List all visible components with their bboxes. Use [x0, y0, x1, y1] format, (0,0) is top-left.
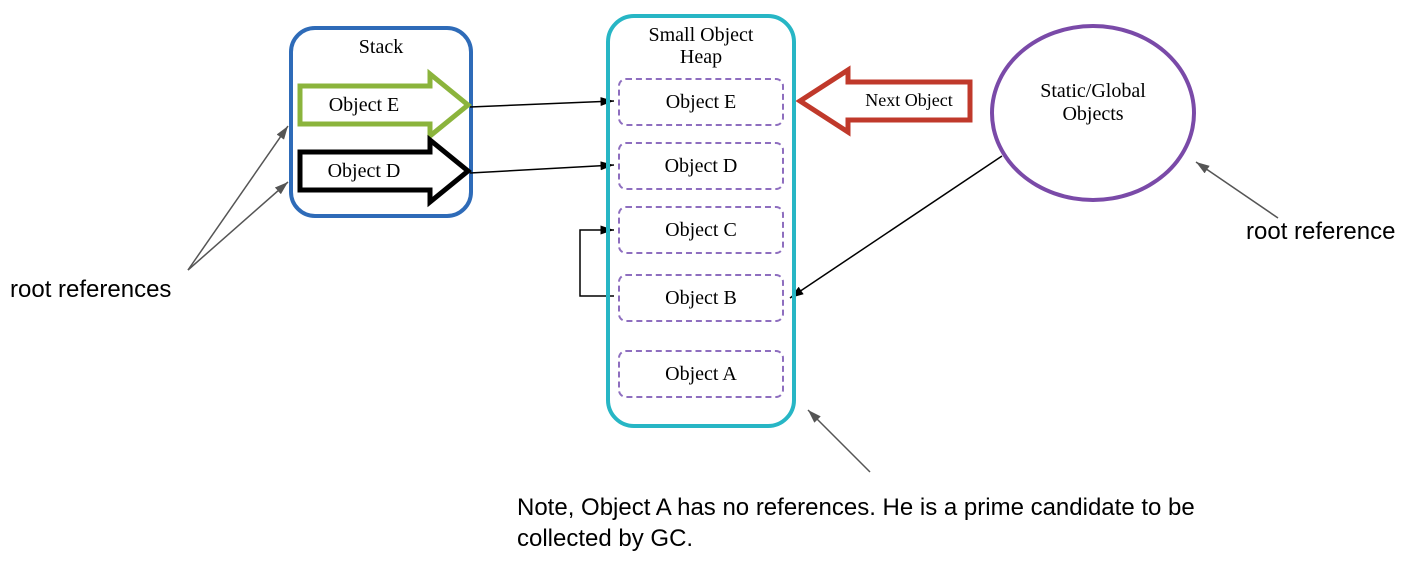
heap-item-d: Object D [618, 142, 784, 190]
globals-label: Static/Global Objects [990, 80, 1196, 126]
edge-stack-d-to-heap-d [470, 165, 614, 173]
stack-item-d-label: Object D [304, 160, 424, 183]
stack-title: Stack [289, 36, 473, 59]
heap-item-b: Object B [618, 274, 784, 322]
annotation-root-reference-right: root reference [1246, 218, 1395, 246]
annotation-note: Note, Object A has no references. He is … [517, 492, 1257, 554]
annotation-root-references-left: root references [10, 276, 171, 304]
heap-item-c: Object C [618, 206, 784, 254]
edge-globals-to-heap-b [790, 156, 1002, 298]
next-object-label: Next Object [852, 90, 966, 111]
heap-title: Small Object Heap [606, 24, 796, 68]
annotation-arrow-note [808, 410, 870, 472]
heap-item-a: Object A [618, 350, 784, 398]
annotation-arrow-left-2 [188, 182, 288, 270]
annotation-arrow-right [1196, 162, 1278, 218]
annotation-arrow-left-1 [188, 126, 288, 270]
edge-stack-e-to-heap-e [470, 101, 614, 107]
heap-item-e: Object E [618, 78, 784, 126]
stack-item-e-label: Object E [304, 94, 424, 117]
